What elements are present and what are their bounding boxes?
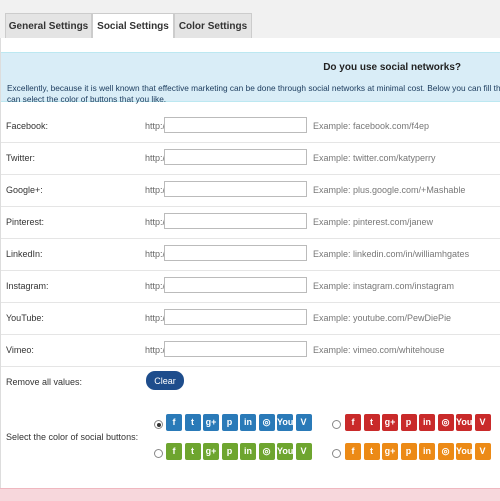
network-label: Instagram: bbox=[6, 281, 49, 291]
intro-text-line-2: can select the color of buttons that you… bbox=[7, 94, 167, 104]
network-label: Pinterest: bbox=[6, 217, 45, 227]
example-hint: Example: vimeo.com/whitehouse bbox=[313, 345, 445, 355]
network-row-google-plus: Google+: http://Example: plus.google.com/… bbox=[1, 174, 500, 207]
instagram-icon: ◎ bbox=[437, 414, 454, 431]
color-radio-green[interactable] bbox=[154, 449, 163, 458]
facebook-url-input[interactable] bbox=[164, 117, 307, 133]
linkedin-icon: in bbox=[419, 443, 435, 460]
network-label: Vimeo: bbox=[6, 345, 34, 355]
instagram-icon: ◎ bbox=[437, 443, 454, 460]
intro-text: Excellently, because it is well known th… bbox=[7, 83, 500, 105]
youtube-icon: You bbox=[277, 443, 293, 460]
vimeo-icon: V bbox=[474, 443, 491, 460]
social-settings-panel: Do you use social networks? Excellently,… bbox=[0, 38, 500, 488]
tab-bar: General Settings Social Settings Color S… bbox=[0, 8, 500, 39]
instagram-icon: ◎ bbox=[258, 414, 275, 431]
tab-color-settings[interactable]: Color Settings bbox=[174, 13, 252, 38]
network-row-vimeo: Vimeo: http://Example: vimeo.com/whitehou… bbox=[1, 334, 500, 367]
remove-all-row: Remove all values: Clear bbox=[1, 366, 500, 398]
network-label: Google+: bbox=[6, 185, 43, 195]
network-row-pinterest: Pinterest: http://Example: pinterest.com/… bbox=[1, 206, 500, 239]
example-hint: Example: plus.google.com/+Mashable bbox=[313, 185, 466, 195]
example-hint: Example: twitter.com/katyperry bbox=[313, 153, 436, 163]
youtube-icon: You bbox=[456, 414, 472, 431]
pinterest-icon: p bbox=[221, 443, 238, 460]
color-select-row: Select the color of social buttons: f t g+… bbox=[1, 400, 500, 472]
example-hint: Example: facebook.com/f4ep bbox=[313, 121, 430, 131]
pinterest-icon: p bbox=[400, 443, 417, 460]
bottom-strip bbox=[0, 488, 500, 501]
twitter-icon: t bbox=[184, 443, 201, 460]
vimeo-url-input[interactable] bbox=[164, 341, 307, 357]
example-hint: Example: linkedin.com/in/williamhgates bbox=[313, 249, 470, 259]
network-label: Facebook: bbox=[6, 121, 49, 131]
vimeo-icon: V bbox=[474, 414, 491, 431]
intro-question: Do you use social networks? bbox=[323, 62, 461, 73]
linkedin-icon: in bbox=[419, 414, 435, 431]
network-row-twitter: Twitter: http://Example: twitter.com/katy… bbox=[1, 142, 500, 175]
vimeo-icon: V bbox=[295, 443, 312, 460]
twitter-icon: t bbox=[363, 414, 380, 431]
tab-social-settings[interactable]: Social Settings bbox=[92, 13, 174, 39]
color-radio-orange[interactable] bbox=[332, 449, 341, 458]
example-hint: Example: pinterest.com/janew bbox=[313, 217, 434, 227]
youtube-icon: You bbox=[277, 414, 293, 431]
twitter-icon: t bbox=[363, 443, 380, 460]
example-hint: Example: instagram.com/instagram bbox=[313, 281, 455, 291]
google-plus-icon: g+ bbox=[203, 414, 219, 431]
intro-box: Do you use social networks? Excellently,… bbox=[1, 52, 500, 105]
pinterest-url-input[interactable] bbox=[164, 213, 307, 229]
twitter-url-input[interactable] bbox=[164, 149, 307, 165]
color-select-label: Select the color of social buttons: bbox=[6, 432, 139, 442]
pinterest-icon: p bbox=[400, 414, 417, 431]
color-radio-red[interactable] bbox=[332, 420, 341, 429]
network-label: YouTube: bbox=[6, 313, 44, 323]
facebook-icon: f bbox=[166, 414, 182, 431]
vimeo-icon: V bbox=[295, 414, 312, 431]
twitter-icon: t bbox=[184, 414, 201, 431]
tab-general-settings[interactable]: General Settings bbox=[5, 13, 92, 38]
network-label: LinkedIn: bbox=[6, 249, 43, 259]
top-strip bbox=[0, 0, 500, 8]
pinterest-icon: p bbox=[221, 414, 238, 431]
google-plus-url-input[interactable] bbox=[164, 181, 307, 197]
youtube-icon: You bbox=[456, 443, 472, 460]
facebook-icon: f bbox=[345, 414, 361, 431]
linkedin-icon: in bbox=[240, 414, 256, 431]
example-hint: Example: youtube.com/PewDiePie bbox=[313, 313, 452, 323]
google-plus-icon: g+ bbox=[382, 443, 398, 460]
linkedin-url-input[interactable] bbox=[164, 245, 307, 261]
network-row-facebook: Facebook: http://Example: facebook.com/f4… bbox=[1, 110, 500, 143]
remove-all-label: Remove all values: bbox=[6, 377, 83, 387]
network-row-instagram: Instagram: http://Example: instagram.com/… bbox=[1, 270, 500, 303]
color-radio-blue[interactable] bbox=[154, 420, 163, 429]
network-label: Twitter: bbox=[6, 153, 36, 163]
clear-button[interactable]: Clear bbox=[146, 371, 184, 390]
google-plus-icon: g+ bbox=[382, 414, 398, 431]
google-plus-icon: g+ bbox=[203, 443, 219, 460]
linkedin-icon: in bbox=[240, 443, 256, 460]
network-row-youtube: YouTube: http://Example: youtube.com/PewD… bbox=[1, 302, 500, 335]
facebook-icon: f bbox=[345, 443, 361, 460]
youtube-url-input[interactable] bbox=[164, 309, 307, 325]
facebook-icon: f bbox=[166, 443, 182, 460]
instagram-url-input[interactable] bbox=[164, 277, 307, 293]
intro-text-line-1: Excellently, because it is well known th… bbox=[7, 83, 500, 93]
network-row-linkedin: LinkedIn: http://Example: linkedin.com/in… bbox=[1, 238, 500, 271]
instagram-icon: ◎ bbox=[258, 443, 275, 460]
